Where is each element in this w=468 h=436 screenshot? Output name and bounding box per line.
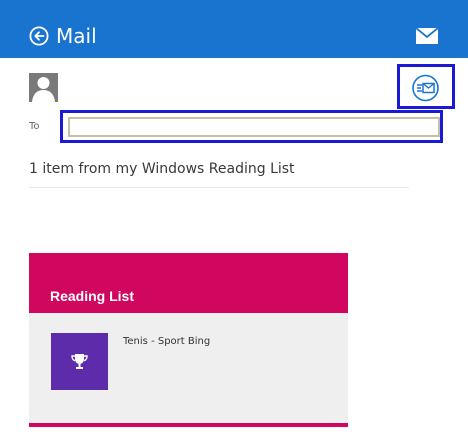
to-label: To [29,121,40,132]
card-title: Reading List [50,288,135,304]
item-tile[interactable] [51,333,108,390]
item-label: Tenis - Sport Bing [123,336,211,347]
trophy-icon [71,354,88,369]
message-subject[interactable]: 1 item from my Windows Reading List [29,161,295,177]
reading-list-card[interactable]: Reading List Tenis - Sport Bing [29,253,348,427]
send-button[interactable] [397,64,455,109]
send-mail-icon [412,74,439,102]
to-input[interactable] [68,117,440,137]
divider [29,187,409,188]
to-field-frame [60,110,443,143]
envelope-icon[interactable] [416,28,438,44]
back-arrow-icon[interactable] [29,26,49,46]
app-title: Mail [56,24,97,48]
card-footer-strip [29,423,348,427]
app-header: Mail [0,0,468,58]
card-header: Reading List [29,253,348,313]
user-silhouette-icon [29,73,58,102]
